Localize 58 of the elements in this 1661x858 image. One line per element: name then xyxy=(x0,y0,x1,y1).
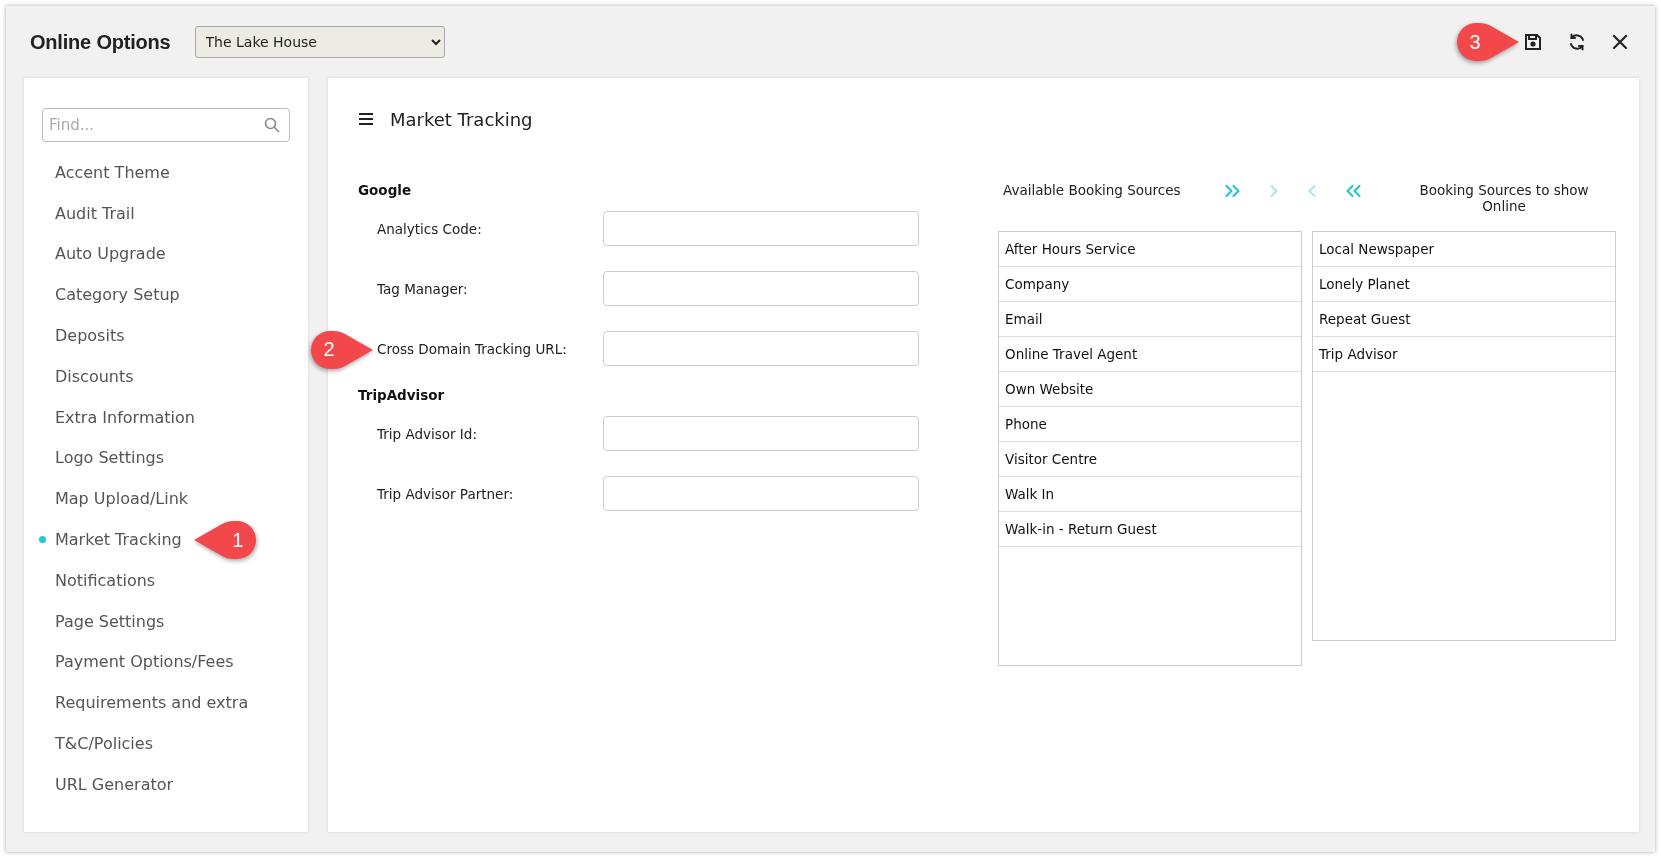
chevron-icon xyxy=(1224,185,1240,197)
sidebar-item[interactable]: Deposits xyxy=(55,326,125,346)
input-field[interactable] xyxy=(603,271,919,306)
sidebar-item[interactable]: Category Setup xyxy=(55,285,180,305)
sidebar-item[interactable]: Auto Upgrade xyxy=(55,244,166,264)
refresh-icon xyxy=(1567,32,1587,52)
callout-marker: 3 xyxy=(1455,21,1521,63)
list-item[interactable]: Repeat Guest xyxy=(1313,302,1615,337)
field-label: Tag Manager: xyxy=(377,280,469,297)
sidebar-item[interactable]: Page Settings xyxy=(55,611,165,631)
sidebar-item[interactable]: Requirements and extra xyxy=(55,693,249,713)
sidebar-item[interactable]: Discounts xyxy=(55,366,134,386)
field-label: Trip Advisor Id: xyxy=(377,425,478,442)
close-icon xyxy=(1611,33,1629,51)
sidebar-item[interactable]: URL Generator xyxy=(55,774,174,794)
list-heading: Available Booking Sources xyxy=(1002,182,1181,198)
property-select[interactable]: The Lake House xyxy=(194,26,445,58)
list-item[interactable]: Online Travel Agent xyxy=(999,337,1301,372)
field-label: Trip Advisor Partner: xyxy=(377,485,515,502)
chevron-icon xyxy=(1307,185,1316,197)
sidebar-item[interactable]: Map Upload/Link xyxy=(55,489,189,509)
search-field[interactable]: Find... xyxy=(42,108,290,142)
sidebar-item[interactable]: Audit Trail xyxy=(55,203,135,223)
list-item[interactable]: Own Website xyxy=(999,372,1301,407)
input-field[interactable] xyxy=(603,331,919,366)
menu-icon[interactable] xyxy=(358,112,374,126)
window-title: Online Options xyxy=(29,30,171,54)
input-field[interactable] xyxy=(603,476,919,511)
page-title: Market Tracking xyxy=(390,108,533,130)
list-item[interactable]: Visitor Centre xyxy=(999,442,1301,477)
list-item[interactable]: Phone xyxy=(999,407,1301,442)
transfer-button[interactable] xyxy=(1224,185,1240,197)
section-heading: Google xyxy=(358,182,413,200)
chevron-icon xyxy=(1345,185,1361,197)
transfer-button[interactable] xyxy=(1345,185,1361,197)
list-item[interactable]: Email xyxy=(999,302,1301,337)
list-heading: Booking Sources to show Online xyxy=(1418,182,1590,216)
callout-marker: 2 xyxy=(309,328,375,371)
field-label: Analytics Code: xyxy=(377,220,483,237)
sidebar-item[interactable]: Accent Theme xyxy=(55,162,170,182)
input-field[interactable] xyxy=(603,211,919,246)
list-item[interactable]: Lonely Planet xyxy=(1313,267,1615,302)
list-item[interactable]: Company xyxy=(999,267,1301,302)
list-item[interactable]: After Hours Service xyxy=(999,232,1301,267)
list-item[interactable]: Walk-in - Return Guest xyxy=(999,512,1301,547)
search-icon xyxy=(264,117,280,133)
chevron-icon xyxy=(1269,185,1278,197)
sidebar-item[interactable]: T&C/Policies xyxy=(55,734,153,754)
list-item[interactable]: Walk In xyxy=(999,477,1301,512)
input-field[interactable] xyxy=(603,416,919,451)
section-heading: TripAdvisor xyxy=(358,387,446,405)
list-item[interactable]: Local Newspaper xyxy=(1313,232,1615,267)
sidebar-item[interactable]: Payment Options/Fees xyxy=(55,652,234,672)
save-icon xyxy=(1523,32,1543,52)
list-item[interactable]: Trip Advisor xyxy=(1313,337,1615,372)
sidebar-item[interactable]: Notifications xyxy=(55,570,156,590)
sidebar-item[interactable]: Logo Settings xyxy=(55,448,165,468)
sidebar-item[interactable]: Extra Information xyxy=(55,407,195,427)
